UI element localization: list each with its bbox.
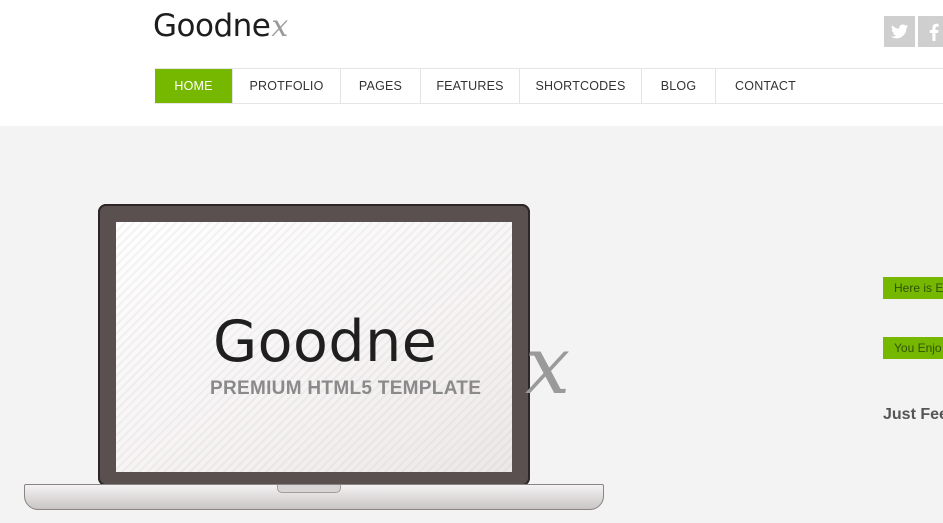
social-links [884, 16, 943, 47]
nav-pages[interactable]: PAGES [341, 69, 421, 103]
site-logo[interactable]: Goodnex [153, 8, 288, 44]
logo-x-mark: x [271, 9, 288, 44]
slide-caption-1: Here is E [883, 277, 943, 299]
hero-tagline: PREMIUM HTML5 TEMPLATE [210, 378, 482, 399]
facebook-button[interactable] [918, 16, 943, 47]
laptop-notch [277, 485, 341, 493]
slide-heading: Just Fee [883, 406, 943, 423]
nav-shortcodes[interactable]: SHORTCODES [520, 69, 642, 103]
site-header: Goodnex HOME PROTFOLIO PAGES FEATURES SH… [0, 0, 943, 126]
main-nav: HOME PROTFOLIO PAGES FEATURES SHORTCODES… [155, 68, 943, 104]
nav-blog[interactable]: BLOG [642, 69, 716, 103]
logo-text: Goodne [153, 8, 271, 44]
slide-caption-2: You Enjo [883, 337, 943, 359]
hero-logo-text: Goodne [213, 309, 438, 375]
nav-home[interactable]: HOME [155, 69, 233, 103]
twitter-button[interactable] [884, 16, 915, 47]
nav-features[interactable]: FEATURES [421, 69, 520, 103]
nav-contact[interactable]: CONTACT [716, 69, 815, 103]
nav-portfolio[interactable]: PROTFOLIO [233, 69, 341, 103]
facebook-icon [929, 23, 939, 41]
twitter-icon [890, 24, 908, 39]
hero-logo-x-mark: x [525, 319, 571, 412]
laptop-base [24, 484, 604, 510]
hero-slider: Goodne x PREMIUM HTML5 TEMPLATE Here is … [0, 126, 943, 523]
